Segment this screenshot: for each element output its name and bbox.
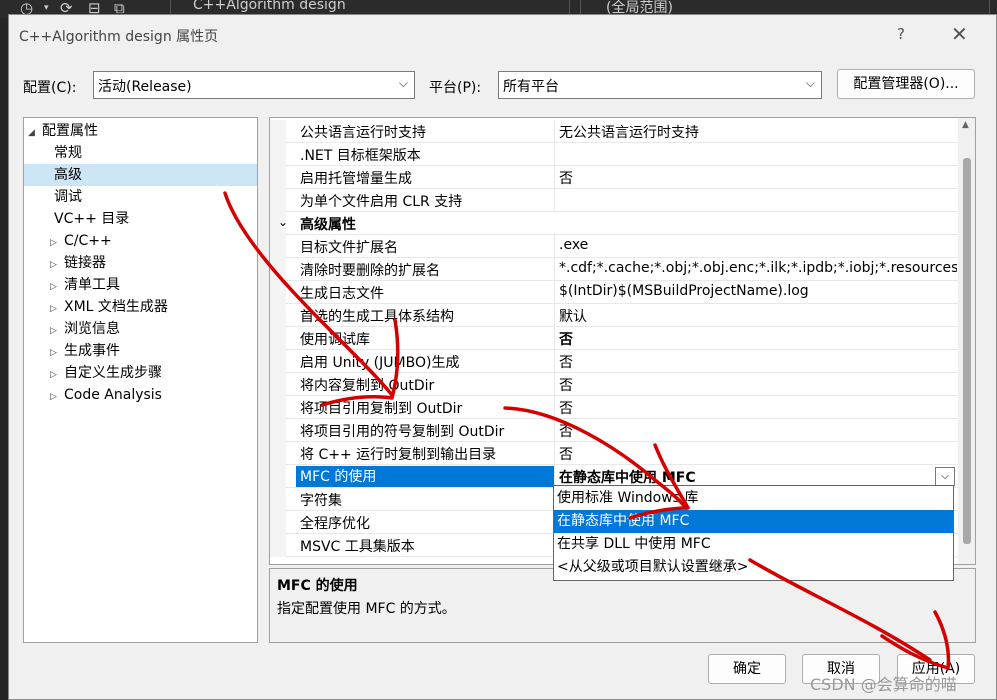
property-tree[interactable]: ◢ 配置属性 常规 高级 调试 VC++ 目录 ▷ C/C++ ▷ 链接器 ▷ 清单工具… xyxy=(23,117,258,643)
tree-item-code-analysis[interactable]: ▷ Code Analysis xyxy=(50,384,257,406)
expand-icon[interactable]: ▷ xyxy=(50,254,64,276)
property-row[interactable]: 将项目引用的符号复制到 OutDir 否 xyxy=(270,419,958,442)
tree-item-custom-build-step[interactable]: ▷ 自定义生成步骤 xyxy=(50,362,257,384)
property-row[interactable]: 清除时要删除的扩展名 *.cdf;*.cache;*.obj;*.obj.enc;… xyxy=(270,258,958,281)
ide-left-strip xyxy=(0,18,8,700)
option-standard-windows-libs[interactable]: 使用标准 Windows 库 xyxy=(554,487,953,510)
config-select[interactable]: 活动(Release) ⌵ xyxy=(93,71,415,99)
description-text: 指定配置使用 MFC 的方式。 xyxy=(277,601,456,617)
tree-item-debugging[interactable]: 调试 xyxy=(54,186,257,208)
ide-project-tab-label: C++Algorithm design xyxy=(193,0,346,13)
config-select-value: 活动(Release) xyxy=(98,79,192,95)
property-row[interactable]: 将项目引用复制到 OutDir 否 xyxy=(270,396,958,419)
platform-label: 平台(P): xyxy=(429,80,482,96)
csdn-watermark: CSDN @会算命的喵 xyxy=(810,675,957,694)
mfc-usage-value[interactable]: 在静态库中使用 MFC xyxy=(559,467,929,487)
property-row[interactable]: .NET 目标框架版本 xyxy=(270,143,958,166)
chevron-down-icon: ⌵ xyxy=(398,76,408,90)
expand-icon[interactable]: ◢ xyxy=(28,122,42,144)
platform-select-value: 所有平台 xyxy=(503,79,559,95)
property-row[interactable]: 为单个文件启用 CLR 支持 xyxy=(270,189,958,212)
property-row[interactable]: 使用调试库否 xyxy=(270,327,958,350)
expand-icon[interactable]: ▷ xyxy=(50,276,64,298)
expand-icon[interactable]: ▷ xyxy=(50,364,64,386)
expand-icon[interactable]: ▷ xyxy=(50,320,64,342)
tree-item-c-cpp[interactable]: ▷ C/C++ xyxy=(50,230,257,252)
property-row[interactable]: 将内容复制到 OutDir 否 xyxy=(270,373,958,396)
expand-icon[interactable]: ▷ xyxy=(50,298,64,320)
tree-item-manifest-tool[interactable]: ▷ 清单工具 xyxy=(50,274,257,296)
platform-select[interactable]: 所有平台 ⌵ xyxy=(498,71,822,99)
option-static-mfc[interactable]: 在静态库中使用 MFC xyxy=(554,510,953,533)
expand-icon[interactable]: ▷ xyxy=(50,232,64,254)
property-row[interactable]: 启用 Unity (JUMBO)生成否 xyxy=(270,350,958,373)
property-row[interactable]: 将 C++ 运行时复制到输出目录否 xyxy=(270,442,958,465)
property-row[interactable]: 首选的生成工具体系结构 默认 xyxy=(270,304,958,327)
property-row[interactable]: 启用托管增量生成否 xyxy=(270,166,958,189)
ok-button[interactable]: 确定 xyxy=(708,654,786,684)
vertical-scrollbar[interactable]: ▲ xyxy=(958,118,975,564)
tree-item-vc-directories[interactable]: VC++ 目录 xyxy=(54,208,257,230)
property-row[interactable]: 生成日志文件 $(IntDir)$(MSBuildProjectName).log xyxy=(270,281,958,304)
expand-icon[interactable]: ▷ xyxy=(50,386,64,408)
property-pages-dialog: C++Algorithm design 属性页 ? ✕ 配置(C): 活动(Re… xyxy=(8,14,997,700)
close-icon[interactable]: ✕ xyxy=(951,22,968,46)
tree-item-xml-doc-generator[interactable]: ▷ XML 文档生成器 xyxy=(50,296,257,318)
tree-item-general[interactable]: 常规 xyxy=(54,142,257,164)
mfc-usage-dropdown-list[interactable]: 使用标准 Windows 库 在静态库中使用 MFC 在共享 DLL 中使用 M… xyxy=(553,485,954,581)
help-button[interactable]: ? xyxy=(897,25,905,43)
description-title: MFC 的使用 xyxy=(277,578,358,594)
tree-item-advanced[interactable]: 高级 xyxy=(24,164,257,186)
collapse-chevron-icon[interactable]: ⌄ xyxy=(278,215,288,229)
tree-item-config-properties[interactable]: ◢ 配置属性 xyxy=(28,120,257,142)
chevron-down-icon: ⌵ xyxy=(805,76,815,90)
property-row[interactable]: 公共语言运行时支持 无公共语言运行时支持 xyxy=(270,120,958,143)
scrollbar-thumb[interactable] xyxy=(963,158,971,544)
property-row[interactable]: 目标文件扩展名 .exe xyxy=(270,235,958,258)
option-inherit-defaults[interactable]: <从父级或项目默认设置继承> xyxy=(554,556,953,579)
configuration-manager-button[interactable]: 配置管理器(O)... xyxy=(837,69,975,99)
tree-item-linker[interactable]: ▷ 链接器 xyxy=(50,252,257,274)
tree-item-build-events[interactable]: ▷ 生成事件 xyxy=(50,340,257,362)
tree-item-browse-info[interactable]: ▷ 浏览信息 xyxy=(50,318,257,340)
option-shared-dll-mfc[interactable]: 在共享 DLL 中使用 MFC xyxy=(554,533,953,556)
expand-icon[interactable]: ▷ xyxy=(50,342,64,364)
dialog-title: C++Algorithm design 属性页 xyxy=(19,29,219,45)
chevron-down-icon[interactable]: ⌵ xyxy=(935,467,955,486)
config-label: 配置(C): xyxy=(23,80,77,96)
property-category-advanced[interactable]: ⌄ 高级属性 xyxy=(270,212,958,235)
scroll-up-icon[interactable]: ▲ xyxy=(962,120,969,130)
